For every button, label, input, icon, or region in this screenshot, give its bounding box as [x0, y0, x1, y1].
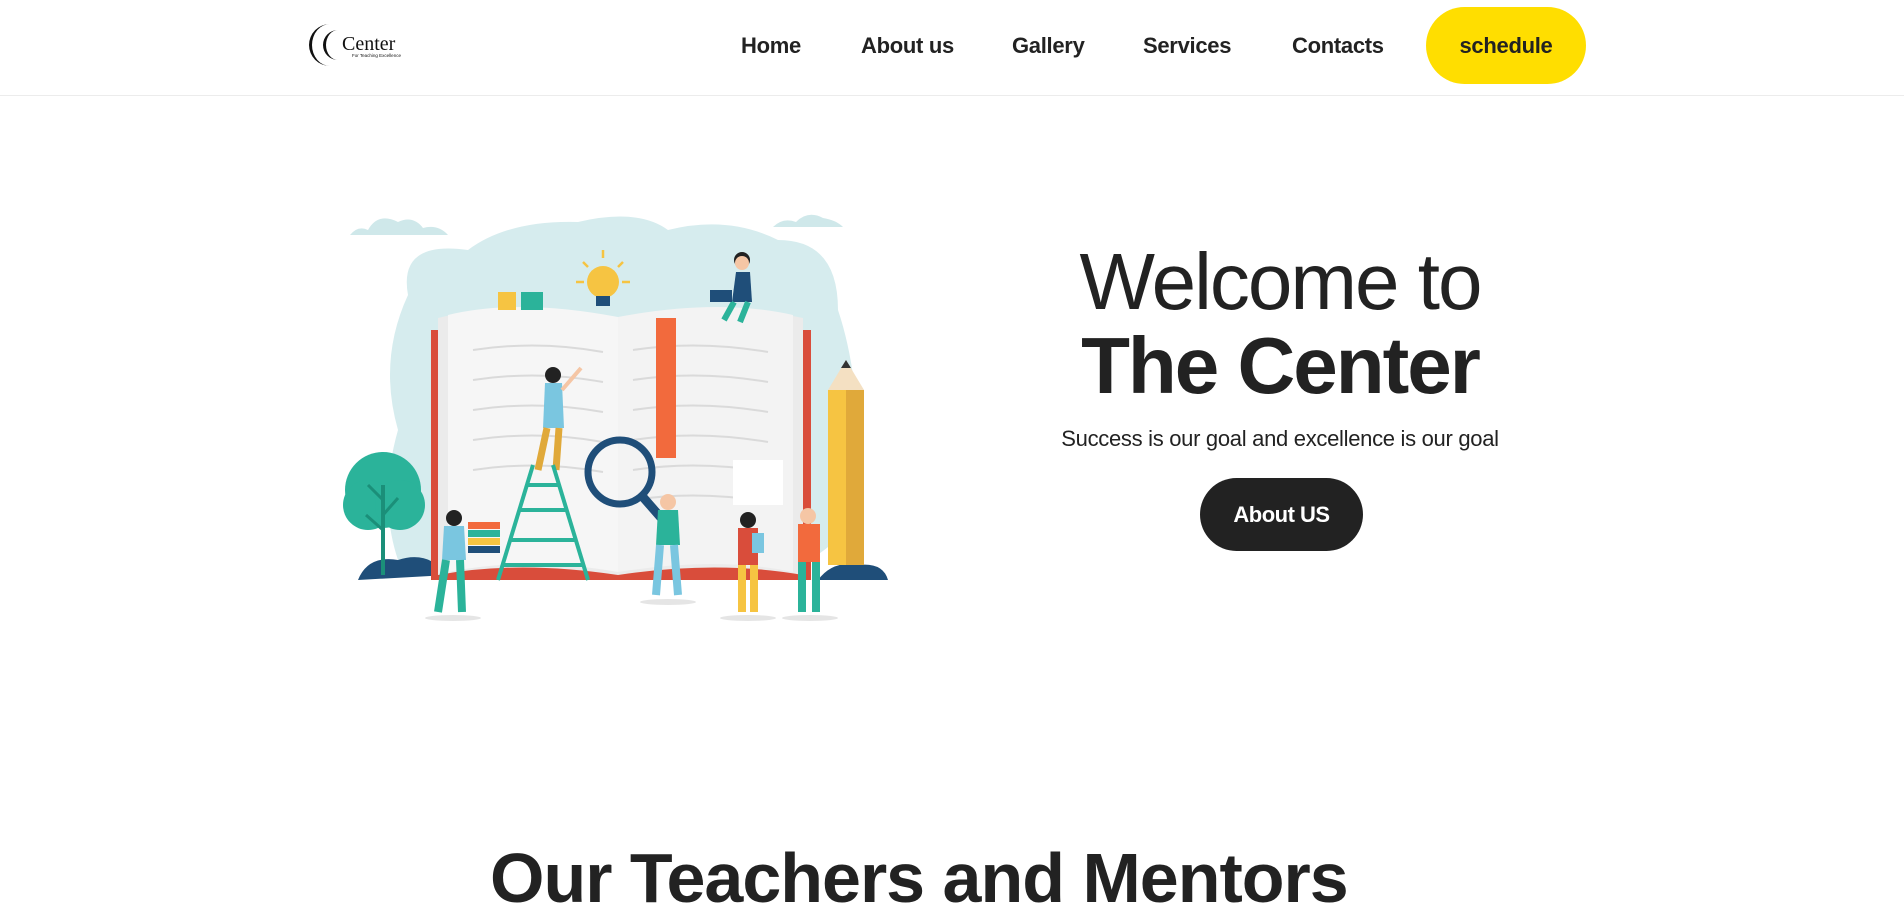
nav-home[interactable]: Home	[741, 31, 801, 61]
hero-subtitle: Success is our goal and excellence is ou…	[1061, 426, 1499, 451]
about-us-button[interactable]: About US	[1200, 478, 1363, 551]
open-book-learning-illustration	[343, 214, 888, 621]
hero-title-line2: The Center	[1081, 321, 1481, 410]
site-header: Center For Teaching Excellence Home Abou…	[0, 0, 1904, 96]
cloud-icon	[773, 214, 843, 227]
schedule-button[interactable]: schedule	[1426, 7, 1586, 84]
hero-text: Welcome to The Center Success is our goa…	[1000, 240, 1560, 452]
nav-gallery[interactable]: Gallery	[1012, 31, 1085, 61]
nav-services[interactable]: Services	[1143, 31, 1231, 61]
hero-illustration	[338, 200, 898, 630]
cloud-icon	[350, 218, 448, 235]
logo-text: Center	[342, 33, 396, 55]
logo[interactable]: Center For Teaching Excellence	[308, 20, 412, 70]
hero-title-line1: Welcome to	[1079, 237, 1483, 326]
section-heading: Our Teachers and Mentors	[490, 839, 1349, 917]
crescent-logo-icon: Center For Teaching Excellence	[309, 24, 401, 66]
logo-tagline: For Teaching Excellence	[352, 53, 401, 58]
nav-about-us[interactable]: About us	[861, 31, 954, 61]
nav-contacts[interactable]: Contacts	[1292, 31, 1384, 61]
